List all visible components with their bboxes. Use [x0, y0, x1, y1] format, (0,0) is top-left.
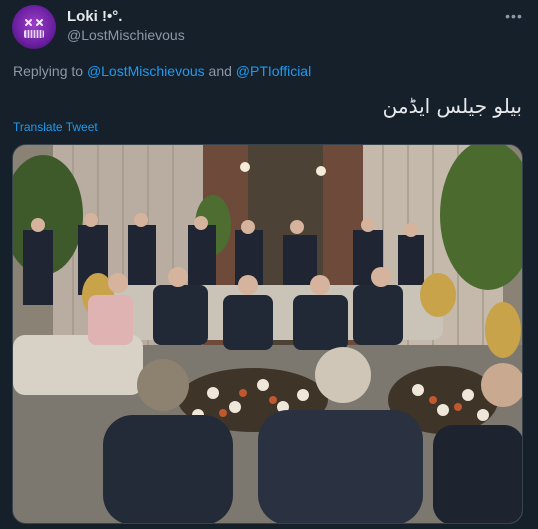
- translate-tweet-link[interactable]: Translate Tweet: [13, 120, 98, 134]
- tweet-photo[interactable]: [12, 144, 523, 524]
- replying-to-line: Replying to @LostMischievous and @PTIoff…: [13, 63, 311, 79]
- tweet-card: Loki !•°. @LostMischievous ••• Replying …: [0, 0, 538, 529]
- more-options-icon[interactable]: •••: [504, 6, 524, 26]
- replying-to-prefix: Replying to: [13, 63, 87, 79]
- user-handle[interactable]: @LostMischievous: [67, 27, 185, 43]
- replying-to-connector: and: [204, 63, 236, 79]
- display-name[interactable]: Loki !•°.: [67, 8, 122, 25]
- mention-link-2[interactable]: @PTIofficial: [236, 63, 311, 79]
- group-meeting-photo: [13, 145, 522, 523]
- avatar[interactable]: [12, 5, 56, 49]
- mention-link-1[interactable]: @LostMischievous: [87, 63, 205, 79]
- avatar-glitch-face-icon: [24, 19, 44, 38]
- tweet-text: بیلو جیلس ایڈمن: [382, 94, 522, 118]
